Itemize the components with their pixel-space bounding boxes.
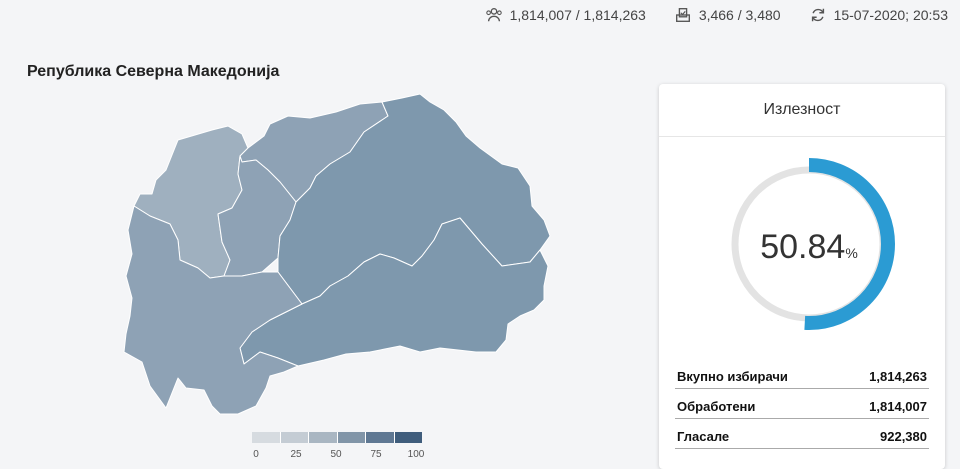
legend-swatch xyxy=(252,432,281,443)
legend-ticks: 0 25 50 75 100 xyxy=(252,449,425,463)
voters-stat: 1,814,007 / 1,814,263 xyxy=(485,6,646,24)
voters-count: 1,814,007 / 1,814,263 xyxy=(509,7,646,23)
stations-stat: 3,466 / 3,480 xyxy=(674,6,781,24)
legend-tick-label: 75 xyxy=(370,449,382,460)
legend-swatch xyxy=(337,432,366,443)
turnout-card: Излезност 50.84% Вкупно избирачи 1,814,2… xyxy=(659,84,945,469)
legend-color-scale xyxy=(252,432,422,443)
legend-tick-label: 50 xyxy=(330,449,342,460)
legend-tick-label: 25 xyxy=(290,449,302,460)
turnout-number: 50.84 xyxy=(760,228,846,266)
country-map xyxy=(120,90,560,420)
stat-row-total: Вкупно избирачи 1,814,263 xyxy=(675,364,929,389)
refresh-icon xyxy=(811,8,824,22)
updated-stat: 15-07-2020; 20:53 xyxy=(809,6,948,24)
legend-swatch xyxy=(309,432,338,443)
turnout-title: Излезност xyxy=(659,84,945,137)
stat-row-processed: Обработени 1,814,007 xyxy=(675,394,929,419)
stations-count: 3,466 / 3,480 xyxy=(698,7,781,23)
stat-label: Гласале xyxy=(677,429,730,444)
turnout-unit: % xyxy=(845,245,858,261)
stat-label: Вкупно избирачи xyxy=(677,369,788,384)
updated-time: 15-07-2020; 20:53 xyxy=(833,7,948,23)
legend-tick-label: 0 xyxy=(253,449,259,460)
legend-swatch xyxy=(280,432,309,443)
stat-row-voted: Гласале 922,380 xyxy=(675,424,929,449)
region-title: Република Северна Македонија xyxy=(27,63,280,80)
legend-swatch xyxy=(394,432,422,443)
turnout-value: 50.84% xyxy=(723,228,895,267)
legend-tick-label: 100 xyxy=(407,449,425,460)
turnout-stats: Вкупно избирачи 1,814,263 Обработени 1,8… xyxy=(675,364,929,454)
map-legend: 0 25 50 75 100 xyxy=(252,432,425,463)
ballot-box-icon xyxy=(675,8,690,22)
stat-label: Обработени xyxy=(677,399,756,414)
summary-bar: 1,814,007 / 1,814,263 3,466 / 3,480 15-0… xyxy=(485,6,948,24)
people-icon xyxy=(485,8,502,22)
legend-swatch xyxy=(366,432,395,443)
stat-value: 1,814,007 xyxy=(869,399,927,414)
stat-value: 922,380 xyxy=(880,429,927,444)
stat-value: 1,814,263 xyxy=(869,369,927,384)
